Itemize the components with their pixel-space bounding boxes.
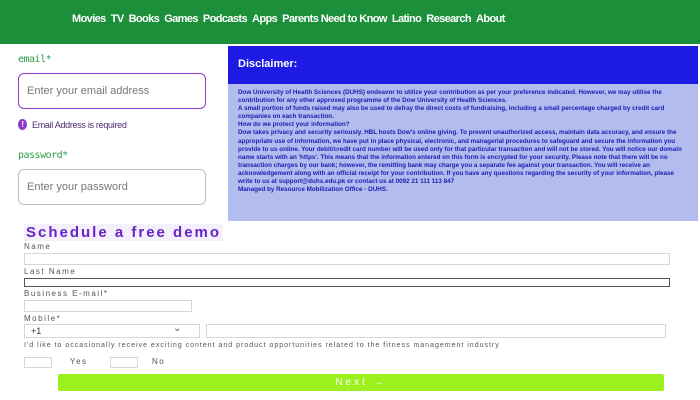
nav-item-apps[interactable]: Apps xyxy=(252,13,278,25)
nav-item-movies[interactable]: Movies xyxy=(72,13,106,25)
nav-item-research[interactable]: Research xyxy=(426,13,471,25)
next-button[interactable]: Next → xyxy=(58,374,664,391)
nav-item-games[interactable]: Games xyxy=(164,13,198,25)
nav-item-tv[interactable]: TV xyxy=(111,13,124,25)
email-field[interactable] xyxy=(18,73,206,109)
disclaimer-paragraph: How do we protect your information? xyxy=(238,121,350,129)
top-navigation-bar: Movies TV Books Games Podcasts Apps Pare… xyxy=(0,0,700,44)
disclaimer-body: Dow University of Health Sciences (DUHS)… xyxy=(238,89,690,194)
disclaimer-paragraph: Dow University of Health Sciences (DUHS)… xyxy=(238,89,662,105)
email-error-message: ! Email Address is required xyxy=(18,119,127,130)
consent-yes-checkbox[interactable] xyxy=(24,357,52,368)
nav-item-latino[interactable]: Latino xyxy=(392,13,422,25)
last-name-field[interactable] xyxy=(24,278,670,287)
mobile-number-field[interactable] xyxy=(206,324,666,338)
email-error-text: Email Address is required xyxy=(32,119,127,130)
consent-no-checkbox[interactable] xyxy=(110,357,138,368)
chevron-down-icon: ⌄ xyxy=(173,323,182,334)
login-form: email* ! Email Address is required passw… xyxy=(0,44,226,220)
consent-text: I'd like to occasionally receive excitin… xyxy=(24,342,500,349)
name-label: Name xyxy=(24,242,52,251)
disclaimer-header: Disclaimer: xyxy=(228,46,698,84)
last-name-label: Last Name xyxy=(24,267,77,276)
password-label: password* xyxy=(18,150,68,161)
alert-icon: ! xyxy=(18,119,27,130)
business-email-label: Business E-mail* xyxy=(24,289,109,298)
disclaimer-heading: Disclaimer: xyxy=(238,58,298,70)
password-field[interactable] xyxy=(18,169,206,205)
name-field[interactable] xyxy=(24,253,670,265)
nav-menu: Movies TV Books Games Podcasts Apps Pare… xyxy=(72,13,505,25)
disclaimer-panel: Disclaimer: Dow University of Health Sci… xyxy=(228,46,698,221)
disclaimer-paragraph: A small portion of funds raised may also… xyxy=(238,105,665,121)
nav-item-about[interactable]: About xyxy=(476,13,505,25)
mobile-label: Mobile* xyxy=(24,314,62,323)
demo-request-form: Schedule a free demo Name Last Name Busi… xyxy=(0,224,700,400)
disclaimer-paragraph: Managed by Resource Mobilization Office … xyxy=(238,186,388,194)
business-email-field[interactable] xyxy=(24,300,192,312)
consent-no-label: No xyxy=(152,357,166,366)
disclaimer-paragraph: Dow takes privacy and security seriously… xyxy=(238,129,682,186)
nav-item-podcasts[interactable]: Podcasts xyxy=(203,13,248,25)
nav-item-books[interactable]: Books xyxy=(129,13,160,25)
demo-form-title: Schedule a free demo xyxy=(24,224,224,241)
consent-yes-label: Yes xyxy=(70,357,88,366)
email-label: email* xyxy=(18,54,52,65)
nav-item-parents-need-to-know[interactable]: Parents Need to Know xyxy=(282,13,387,25)
country-code-select[interactable]: +1 ⌄ xyxy=(24,323,200,338)
country-code-value: +1 xyxy=(31,326,42,336)
